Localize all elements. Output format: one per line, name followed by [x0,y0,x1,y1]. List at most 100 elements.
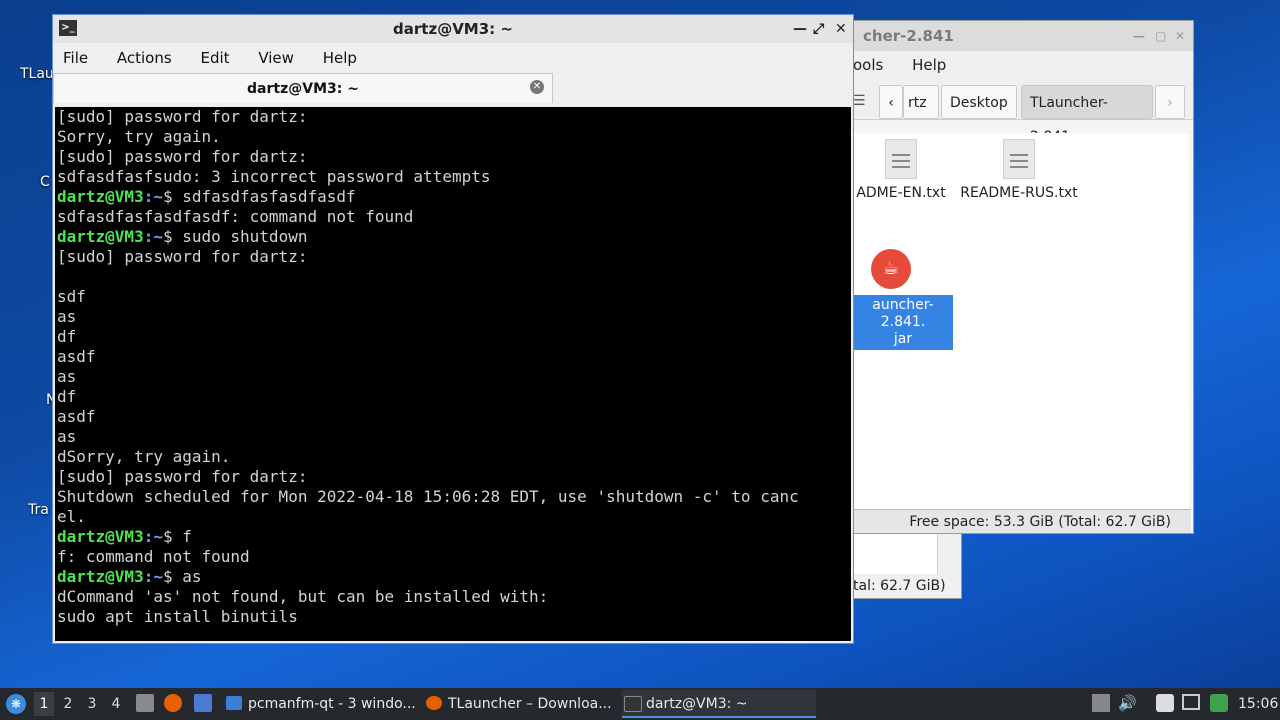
task-label: pcmanfm-qt - 3 windo... [248,696,416,712]
terminal-output-line: as [57,367,77,386]
maximize-icon[interactable]: ⤢ [813,15,824,43]
terminal-output-line: sudo apt install binutils [57,607,298,626]
clipboard-icon[interactable] [1156,694,1174,712]
task-label: dartz@VM3: ~ [646,696,748,712]
java-icon: ☕ [871,249,911,289]
prompt-path: :~ [143,227,163,246]
minimize-icon[interactable]: — [1133,21,1145,51]
breadcrumb-home[interactable]: rtz [903,85,939,119]
terminal-output-line: as [57,307,77,326]
terminal-title: dartz@VM3: ~ [393,20,513,38]
taskbar: ❋ 1 2 3 4 pcmanfm-qt - 3 windo... TLaunc… [0,688,1280,720]
menu-help[interactable]: Help [912,51,946,79]
file-tlauncher-jar[interactable]: ☕ auncher-2.841. jar [853,249,953,350]
terminal-menubar: File Actions Edit View Help [53,43,853,73]
network-icon[interactable] [1182,694,1200,710]
volume-icon[interactable]: 🔊 [1118,694,1137,712]
tray-up-icon[interactable] [1092,694,1110,712]
file-label: auncher-2.841. jar [853,295,953,350]
text-file-icon [1003,139,1035,179]
terminal-output-line: sdfasdfasfasdfasdf: command not found [57,207,414,226]
close-icon[interactable]: ✕ [835,15,847,43]
desktop-switch-3[interactable]: 3 [82,692,102,716]
menu-view[interactable]: View [258,43,294,73]
terminal-prompt-line: dartz@VM3:~$ as [55,567,851,587]
menu-tools[interactable]: ools [853,51,883,79]
terminal-output-line: df [57,387,77,406]
clock[interactable]: 15:06 [1238,688,1278,720]
desktop-switch-4[interactable]: 4 [106,692,126,716]
maximize-icon[interactable]: ▢ [1155,21,1166,51]
terminal-icon [624,696,642,712]
terminal-output-line: Sorry, try again. [57,127,221,146]
menu-actions[interactable]: Actions [117,43,172,73]
chevron-right-icon[interactable]: › [1155,85,1185,119]
terminal-app-icon: >_ [59,20,77,36]
task-terminal[interactable]: dartz@VM3: ~ [622,690,816,718]
prompt-user: dartz@VM3 [57,527,144,546]
terminal-output-line: [sudo] password for dartz: [57,107,308,126]
close-tab-icon[interactable]: ✕ [530,80,544,94]
desktop-label-trash[interactable]: Tra [28,502,49,518]
command-text: $ sdfasdfasfasdfasdf [162,187,356,206]
update-icon[interactable] [1210,694,1228,712]
task-firefox[interactable]: TLauncher – Downloa... [424,690,620,718]
command-text: $ f [162,527,192,546]
terminal-output-line: [sudo] password for dartz: [57,247,308,266]
terminal-prompt-line: dartz@VM3:~$ sudo shutdown [55,227,851,247]
desktop-label-c[interactable]: C [40,174,50,190]
file-label: ADME-EN.txt [856,185,946,201]
terminal-output-line: as [57,427,77,446]
desktop-switch-1[interactable]: 1 [34,692,54,716]
file-readme-en[interactable]: ADME-EN.txt [853,139,949,201]
file-manager-menubar: ools Help [853,51,1193,79]
task-label: TLauncher – Downloa... [448,696,612,712]
prompt-path: :~ [143,527,163,546]
menu-help[interactable]: Help [323,43,357,73]
menu-file[interactable]: File [63,43,88,73]
menu-edit[interactable]: Edit [200,43,229,73]
file-manager-launcher-icon[interactable] [136,694,154,712]
breadcrumb-tlauncher[interactable]: TLauncher-2.841 [1021,85,1153,145]
file-manager-titlebar[interactable]: cher-2.841 — ▢ ✕ [853,21,1193,51]
file-view[interactable]: ADME-EN.txt README-RUS.txt ☕ auncher-2.8… [853,133,1189,509]
file-manager-window[interactable]: cher-2.841 — ▢ ✕ ools Help ☰ ‹ rtz Deskt… [852,20,1194,534]
terminal-titlebar[interactable]: >_ dartz@VM3: ~ — ⤢ ✕ [53,15,853,43]
firefox-launcher-icon[interactable] [164,694,182,712]
file-manager-back-content [853,532,938,574]
terminal-output-line: dCommand 'as' not found, but can be inst… [57,587,549,606]
terminal-prompt-line: dartz@VM3:~$ sdfasdfasfasdfasdf [55,187,851,207]
app-menu-icon[interactable]: ❋ [6,694,26,714]
terminal-tabbar: dartz@VM3: ~ ✕ [53,73,853,103]
folder-icon [226,696,242,710]
tab-terminal[interactable]: dartz@VM3: ~ ✕ [53,73,553,103]
chevron-left-icon[interactable]: ‹ [879,85,903,119]
task-pcmanfm[interactable]: pcmanfm-qt - 3 windo... [224,690,420,718]
terminal-output[interactable]: [sudo] password for dartz: Sorry, try aga… [55,107,851,641]
prompt-user: dartz@VM3 [57,227,144,246]
terminal-output-line: sdfasdfasfsudo: 3 incorrect password att… [57,167,491,186]
terminal-output-line: f: command not found [57,547,250,566]
command-text: $ sudo shutdown [162,227,308,246]
breadcrumb-desktop[interactable]: Desktop [941,85,1017,119]
minimize-icon[interactable]: — [793,15,807,43]
close-icon[interactable]: ✕ [1175,21,1185,51]
file-manager-window-back[interactable]: tal: 62.7 GiB) [852,532,962,599]
show-desktop-icon[interactable] [194,694,212,712]
file-manager-back-status: tal: 62.7 GiB) [853,578,946,594]
terminal-output-line: sdf [57,287,86,306]
file-manager-title: cher-2.841 [863,27,954,45]
status-bar: Free space: 53.3 GiB (Total: 62.7 GiB) [853,509,1191,533]
firefox-icon [426,696,442,710]
tab-label: dartz@VM3: ~ [247,81,359,97]
terminal-output-line: el. [57,507,86,526]
prompt-path: :~ [143,567,163,586]
text-file-icon [885,139,917,179]
terminal-prompt-line: dartz@VM3:~$ f [55,527,851,547]
desktop-switch-2[interactable]: 2 [58,692,78,716]
view-mode-icon[interactable]: ☰ [853,93,866,109]
desktop-label-tlauncher[interactable]: TLau [20,66,54,82]
terminal-window[interactable]: >_ dartz@VM3: ~ — ⤢ ✕ File Actions Edit … [52,14,854,644]
file-readme-rus[interactable]: README-RUS.txt [959,139,1079,201]
terminal-output-line: dSorry, try again. [57,447,231,466]
